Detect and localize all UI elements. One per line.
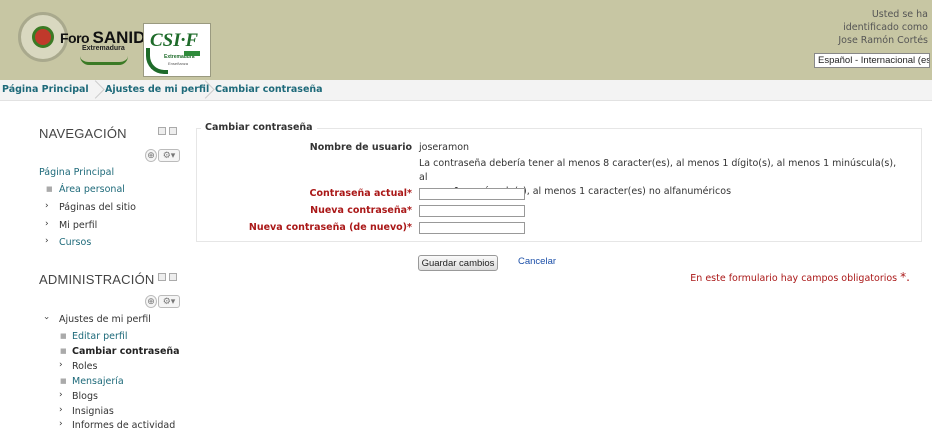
nav-item-site-pages[interactable]: Páginas del sitio — [59, 202, 136, 213]
chevron-right-icon[interactable]: › — [59, 390, 63, 400]
dock-block-icon[interactable] — [158, 127, 166, 135]
required-star-icon: * — [407, 205, 412, 216]
breadcrumb: Página Principal Ajustes de mi perfil Ca… — [0, 80, 932, 101]
chevron-down-icon[interactable]: › — [41, 316, 51, 320]
chevron-right-icon[interactable]: › — [45, 236, 49, 246]
dock-block-icon[interactable] — [158, 273, 166, 281]
required-star-icon: * — [407, 222, 412, 233]
password-policy-line1: La contraseña debería tener al menos 8 c… — [419, 158, 897, 183]
nav-item-courses[interactable]: Cursos — [59, 237, 91, 248]
admin-item-activity-reports[interactable]: Informes de actividad — [72, 420, 175, 431]
bullet-icon: ■ — [60, 332, 67, 340]
admin-block-title: ADMINISTRACIÓN — [39, 272, 155, 287]
csif-logo-sub2: Enseñanza — [168, 61, 189, 66]
breadcrumb-current: Cambiar contraseña — [215, 84, 323, 95]
breadcrumb-home[interactable]: Página Principal — [2, 80, 89, 100]
move-block-icon[interactable]: ⊕ — [145, 295, 157, 308]
chevron-right-icon[interactable]: › — [59, 360, 63, 370]
admin-item-badges[interactable]: Insignias — [72, 406, 114, 417]
csif-logo-bar — [184, 51, 200, 56]
logo-swoosh — [80, 56, 128, 65]
hide-block-icon[interactable] — [169, 273, 177, 281]
cancel-link[interactable]: Cancelar — [518, 256, 556, 267]
block-settings-gear-icon[interactable]: ⚙▾ — [158, 295, 180, 308]
admin-item-change-password: Cambiar contraseña — [72, 346, 180, 357]
current-password-label: Contraseña actual* — [309, 188, 412, 199]
block-settings-gear-icon[interactable]: ⚙▾ — [158, 149, 180, 162]
required-fields-note: En este formulario hay campos obligatori… — [690, 270, 910, 284]
new-password-input[interactable] — [419, 205, 525, 217]
required-note-star: *. — [900, 270, 910, 284]
chevron-right-icon[interactable]: › — [45, 219, 49, 229]
current-password-input[interactable] — [419, 188, 525, 200]
chevron-right-icon[interactable]: › — [59, 419, 63, 429]
logo-emblem-icon — [32, 26, 54, 48]
fieldset-legend: Cambiar contraseña — [201, 122, 317, 133]
nav-home-link[interactable]: Página Principal — [39, 167, 114, 178]
nav-item-my-profile[interactable]: Mi perfil — [59, 220, 97, 231]
save-changes-button[interactable]: Guardar cambios — [418, 255, 498, 271]
move-block-icon[interactable]: ⊕ — [145, 149, 157, 162]
breadcrumb-separator-icon — [93, 80, 103, 100]
required-star-icon: * — [407, 188, 412, 199]
breadcrumb-separator-icon — [203, 80, 213, 100]
csif-logo: CSI·F Extremadura Enseñanza — [143, 23, 211, 77]
navigation-block-title: NAVEGACIÓN — [39, 126, 127, 141]
admin-item-edit-profile[interactable]: Editar perfil — [72, 331, 128, 342]
admin-item-roles[interactable]: Roles — [72, 361, 97, 372]
site-logo[interactable]: Foro SANID Extremadura CSI·F Extremadura… — [18, 8, 228, 77]
page-header: Foro SANID Extremadura CSI·F Extremadura… — [0, 0, 932, 80]
new-password-label: Nueva contraseña* — [310, 205, 412, 216]
admin-section-profile-settings[interactable]: Ajustes de mi perfil — [59, 314, 151, 325]
user-name-link[interactable]: Jose Ramón Cortés — [838, 34, 928, 47]
language-select[interactable]: Español - Internacional (es) — [814, 53, 930, 68]
repeat-password-label: Nueva contraseña (de nuevo)* — [248, 222, 412, 233]
admin-item-messaging[interactable]: Mensajería — [72, 376, 124, 387]
bullet-icon: ■ — [60, 347, 67, 355]
nav-item-dashboard[interactable]: Área personal — [59, 184, 125, 195]
bullet-icon: ■ — [46, 185, 53, 193]
user-info-line2: identificado como — [843, 22, 928, 33]
logged-in-info: Usted se ha identificado como Jose Ramón… — [838, 8, 928, 47]
username-label: Nombre de usuario — [309, 142, 412, 153]
admin-item-blogs[interactable]: Blogs — [72, 391, 98, 402]
chevron-right-icon[interactable]: › — [59, 405, 63, 415]
repeat-password-input[interactable] — [419, 222, 525, 234]
bullet-icon: ■ — [60, 377, 67, 385]
logo-subtitle: Extremadura — [82, 45, 125, 52]
csif-logo-text: CSI·F — [150, 30, 199, 51]
breadcrumb-profile-settings[interactable]: Ajustes de mi perfil — [105, 80, 209, 100]
user-info-line1: Usted se ha — [871, 9, 928, 20]
hide-block-icon[interactable] — [169, 127, 177, 135]
chevron-right-icon[interactable]: › — [45, 201, 49, 211]
username-value: joseramon — [419, 142, 470, 153]
